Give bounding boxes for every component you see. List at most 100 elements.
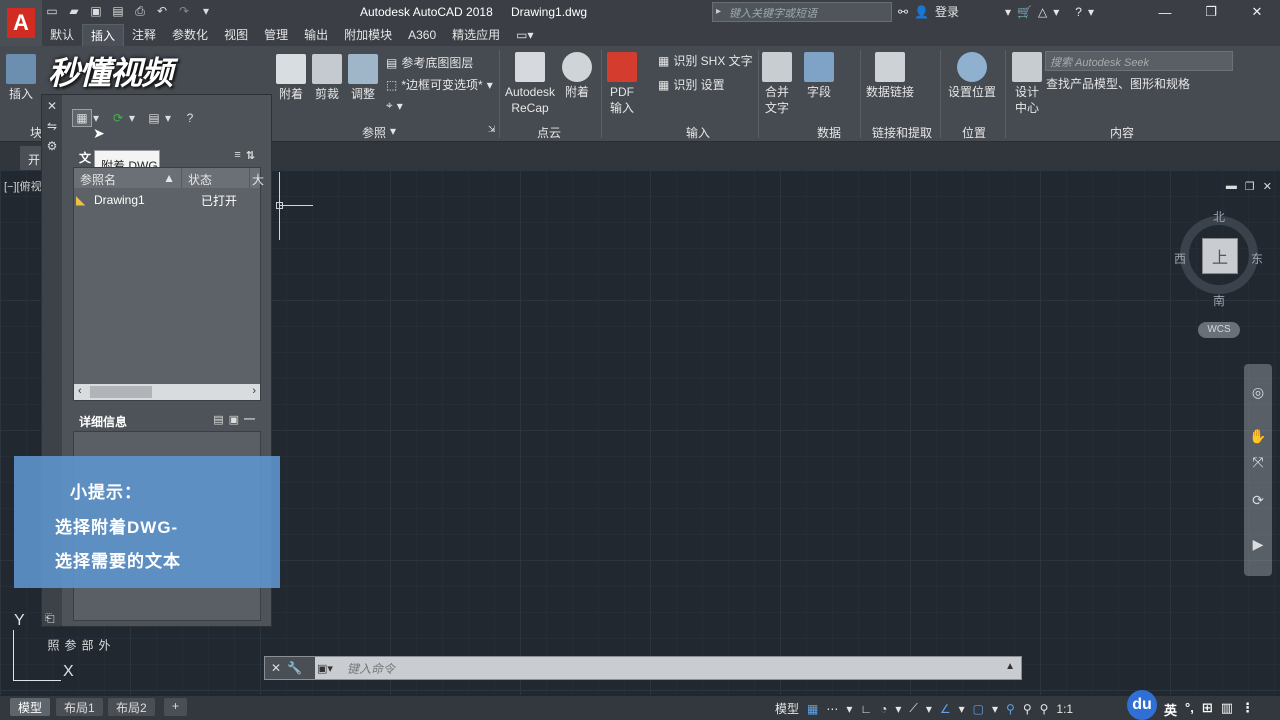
- a360-dropdown-icon[interactable]: ▾: [1053, 5, 1059, 19]
- viewcube-top-face[interactable]: 上: [1202, 238, 1238, 274]
- scroll-thumb[interactable]: [90, 386, 152, 398]
- annotation-visibility-icon[interactable]: ⚲: [1006, 702, 1015, 716]
- tree-view-icon[interactable]: ⇅: [246, 149, 255, 162]
- pointcloud-attach-button[interactable]: 附着: [562, 52, 592, 100]
- panel-launcher-icon[interactable]: ⇲: [488, 124, 496, 135]
- preview-icon[interactable]: ▣: [229, 413, 239, 426]
- column-size[interactable]: 大: [250, 168, 264, 188]
- ime-menu-icon[interactable]: ⋮: [1241, 700, 1254, 719]
- merge-text-button[interactable]: 合并 文字: [762, 52, 792, 116]
- isodraft-dropdown-icon[interactable]: ▾: [926, 702, 932, 716]
- otrack-icon[interactable]: ▢: [973, 702, 984, 716]
- minimize-icon[interactable]: —: [1142, 0, 1188, 24]
- grid-icon[interactable]: ▦: [807, 702, 818, 716]
- refresh-icon[interactable]: ⟳: [108, 109, 128, 127]
- scroll-right-icon[interactable]: ›: [252, 385, 256, 397]
- snap-mode-icon[interactable]: ⋯: [826, 702, 838, 716]
- compass-west[interactable]: 西: [1174, 250, 1186, 267]
- reference-panel-label[interactable]: 参照: [362, 124, 386, 141]
- annotation-scale-icon[interactable]: ⚲: [1040, 702, 1049, 716]
- layout-tab[interactable]: 布局1: [56, 698, 103, 716]
- ribbon-tab[interactable]: 附加模块: [336, 24, 400, 46]
- ribbon-tab[interactable]: 参数化: [164, 24, 216, 46]
- ribbon-tab[interactable]: 插入: [82, 24, 125, 46]
- palette-autohide-icon[interactable]: ⇋: [42, 119, 62, 133]
- otrack-dropdown-icon[interactable]: ▾: [992, 702, 998, 716]
- redo-icon[interactable]: ↷: [176, 3, 192, 19]
- reference-panel-chevron-icon[interactable]: ▾: [390, 124, 396, 138]
- save-icon[interactable]: ▣: [88, 3, 104, 19]
- list-view-icon[interactable]: ≡: [234, 149, 240, 162]
- ribbon-tab[interactable]: A360: [400, 24, 444, 46]
- ribbon-tab[interactable]: 管理: [256, 24, 296, 46]
- expand-search-icon[interactable]: ▸: [716, 6, 721, 17]
- field-button[interactable]: 字段: [804, 52, 834, 100]
- design-center-button[interactable]: 设计 中心: [1012, 52, 1042, 116]
- polar-icon[interactable]: ◔: [880, 702, 887, 716]
- recent-commands-dropdown[interactable]: ▣▾: [317, 658, 345, 678]
- scroll-left-icon[interactable]: ‹: [78, 385, 82, 397]
- new-file-icon[interactable]: ▭: [44, 3, 60, 19]
- pan-icon[interactable]: ✋: [1249, 428, 1267, 446]
- palette-export-icon[interactable]: ⎗: [45, 611, 55, 626]
- close-command-icon[interactable]: ✕: [271, 661, 281, 675]
- ribbon-tab[interactable]: 默认: [42, 24, 82, 46]
- save-as-icon[interactable]: ▤: [110, 3, 126, 19]
- file-references-header[interactable]: 文 ≡ ⇅: [73, 146, 261, 166]
- osnap-dropdown-icon[interactable]: ▾: [959, 702, 965, 716]
- recognize-settings-button[interactable]: ▦ 识别 设置: [658, 76, 725, 93]
- set-location-button[interactable]: 设置位置: [948, 52, 996, 100]
- plot-icon[interactable]: ⎙: [132, 3, 148, 19]
- recognize-shx-button[interactable]: ▦ 识别 SHX 文字: [658, 52, 753, 69]
- ribbon-tab[interactable]: 输出: [296, 24, 336, 46]
- help-dropdown-icon[interactable]: ▾: [1088, 5, 1094, 19]
- model-space-button[interactable]: 模型: [775, 700, 799, 717]
- close-icon[interactable]: ✕: [1234, 0, 1280, 24]
- viewport-minimize-icon[interactable]: ▬: [1226, 180, 1237, 193]
- seek-description[interactable]: 查找产品模型、图形和规格: [1046, 75, 1190, 92]
- binoculars-icon[interactable]: ⚯: [898, 5, 908, 19]
- ribbon-tab[interactable]: 精选应用: [444, 24, 508, 46]
- details-icon[interactable]: ▤: [213, 413, 223, 426]
- a360-icon[interactable]: △: [1038, 5, 1047, 19]
- viewport-restore-icon[interactable]: ❐: [1245, 180, 1255, 193]
- ime-toolbox-icon[interactable]: ⊞: [1202, 700, 1213, 719]
- recap-button[interactable]: Autodesk ReCap: [504, 52, 556, 116]
- qat-dropdown-icon[interactable]: ▾: [198, 3, 214, 19]
- clip-button[interactable]: 剪裁: [312, 54, 342, 102]
- attach-dwg-button[interactable]: ▦: [72, 109, 92, 127]
- viewport-controls-label[interactable]: [−][俯视: [4, 178, 42, 194]
- frame-options-dropdown[interactable]: ⬚ *边框可变选项* ▾: [386, 76, 493, 93]
- viewport-close-icon[interactable]: ✕: [1263, 180, 1272, 193]
- ribbon-minimize-toggle-icon[interactable]: ▭▾: [508, 24, 541, 46]
- ime-language-button[interactable]: 英: [1164, 700, 1177, 719]
- layout-tab[interactable]: 模型: [10, 698, 51, 716]
- compass-east[interactable]: 东: [1251, 250, 1263, 267]
- column-status[interactable]: 状态: [182, 168, 250, 188]
- command-history-icon[interactable]: ▲: [1005, 661, 1015, 672]
- collapse-icon[interactable]: —: [244, 413, 255, 426]
- palette-properties-icon[interactable]: ⚙: [42, 139, 62, 153]
- user-icon[interactable]: 👤: [914, 5, 929, 19]
- underlay-layers-button[interactable]: ▤ 参考底图图层: [386, 54, 473, 71]
- polar-dropdown-icon[interactable]: ▾: [895, 702, 901, 716]
- file-references-list[interactable]: 参照名 ▲ 状态 大 ◣ Drawing1 已打开 ‹ ›: [73, 167, 264, 401]
- data-link-button[interactable]: 数据链接: [866, 52, 914, 100]
- osnap-icon[interactable]: ∠: [940, 702, 951, 716]
- orbit-icon[interactable]: ⟳: [1249, 492, 1267, 510]
- snap-dropdown-icon[interactable]: ▾: [846, 702, 852, 716]
- ime-skin-icon[interactable]: ▥: [1221, 700, 1233, 719]
- layout-tab[interactable]: 布局2: [108, 698, 155, 716]
- ribbon-tab[interactable]: 注释: [124, 24, 164, 46]
- showmotion-icon[interactable]: ▶: [1249, 536, 1267, 554]
- command-input[interactable]: 键入命令: [347, 660, 395, 677]
- help-icon[interactable]: ?: [1075, 5, 1082, 19]
- signin-button[interactable]: 登录: [935, 3, 959, 20]
- help-icon[interactable]: ?: [180, 109, 200, 127]
- isodraft-icon[interactable]: ⟋: [909, 701, 917, 716]
- customize-wrench-icon[interactable]: 🔧: [287, 661, 302, 675]
- column-reference-name[interactable]: 参照名 ▲: [74, 168, 182, 188]
- undo-icon[interactable]: ↶: [154, 3, 170, 19]
- details-header[interactable]: 详细信息 ▤ ▣ —: [73, 410, 261, 430]
- compass-north[interactable]: 北: [1213, 208, 1225, 225]
